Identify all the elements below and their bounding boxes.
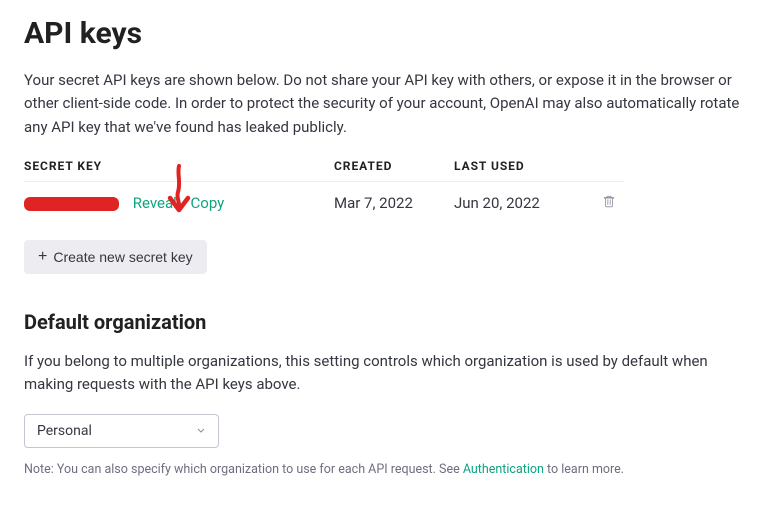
page-title: API keys <box>24 16 752 51</box>
header-secret-key: SECRET KEY <box>24 159 334 182</box>
create-secret-key-button[interactable]: + Create new secret key <box>24 240 207 274</box>
api-keys-table: SECRET KEY CREATED LAST USED Reveal Copy… <box>24 159 624 224</box>
masked-key <box>24 197 119 211</box>
organization-select[interactable]: Personal <box>24 414 219 448</box>
create-button-label: Create new secret key <box>53 249 192 265</box>
created-date: Mar 7, 2022 <box>334 181 454 224</box>
authentication-link[interactable]: Authentication <box>463 462 544 477</box>
default-org-heading: Default organization <box>24 310 752 334</box>
last-used-date: Jun 20, 2022 <box>454 181 594 224</box>
intro-text: Your secret API keys are shown below. Do… <box>24 69 752 139</box>
note-text: Note: You can also specify which organiz… <box>24 462 752 477</box>
header-last-used: LAST USED <box>454 159 594 182</box>
copy-link[interactable]: Copy <box>191 194 225 212</box>
default-org-description: If you belong to multiple organizations,… <box>24 350 752 397</box>
organization-selected: Personal <box>37 423 92 439</box>
table-row: Reveal Copy Mar 7, 2022 Jun 20, 2022 <box>24 181 624 224</box>
reveal-link[interactable]: Reveal <box>133 194 177 212</box>
delete-icon[interactable] <box>602 194 616 208</box>
plus-icon: + <box>38 249 47 265</box>
header-created: CREATED <box>334 159 454 182</box>
